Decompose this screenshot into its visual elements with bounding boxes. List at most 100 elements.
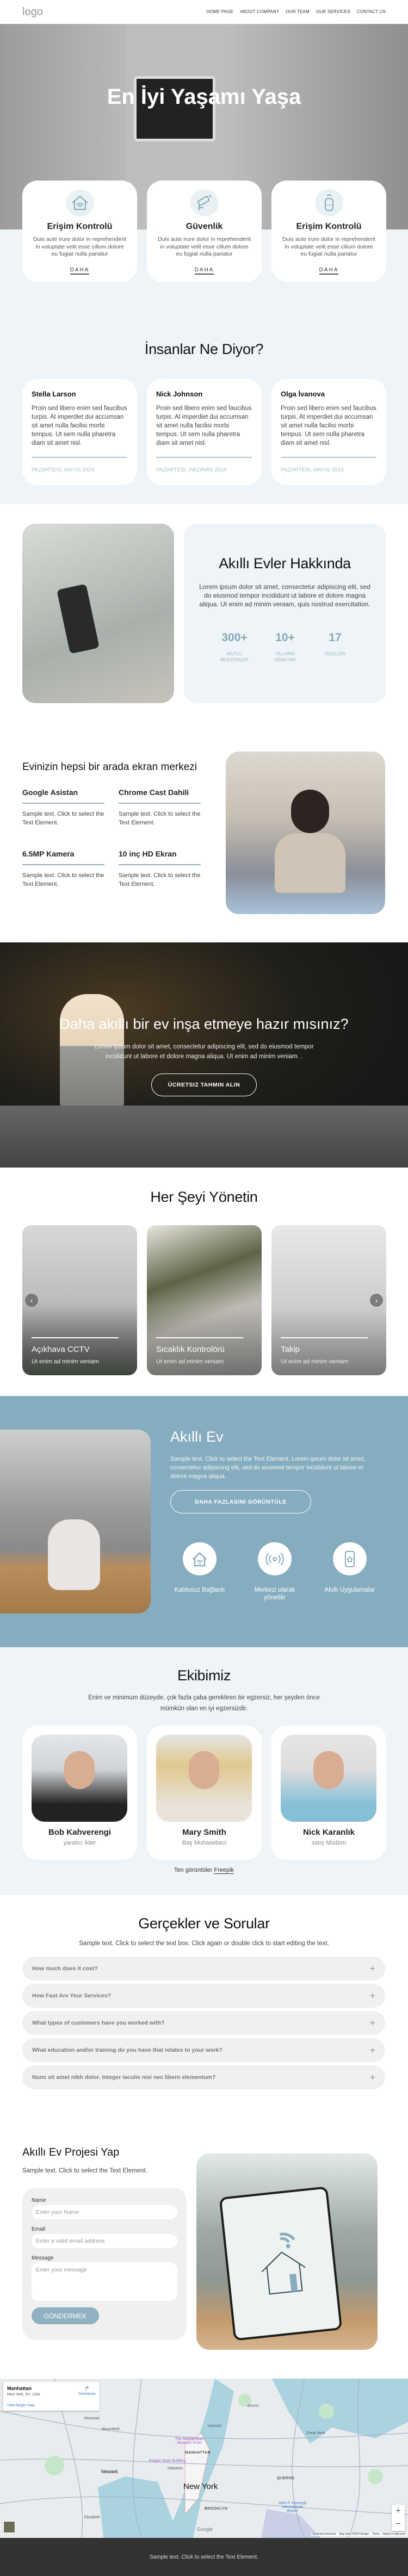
view-larger-map-link[interactable]: View larger map — [7, 2404, 34, 2407]
team-title: Ekibimiz — [177, 1667, 231, 1684]
logo[interactable]: logo — [22, 6, 43, 18]
zoom-out-button[interactable]: − — [392, 2518, 405, 2531]
nav-team[interactable]: OUR TEAM — [286, 9, 310, 14]
feature-card-title: Erişim Kontrolü — [47, 222, 113, 231]
carousel-prev-button[interactable]: ‹ — [25, 1294, 38, 1307]
stat-label: ÖDÜLLER — [325, 651, 345, 656]
directions-button[interactable]: ↱ Directions — [76, 2385, 98, 2396]
plus-icon[interactable]: + — [369, 2045, 375, 2056]
directions-label: Directions — [78, 2392, 96, 2396]
map-label: Newark — [101, 2469, 118, 2474]
feature-icon-circle — [315, 189, 343, 216]
team-member-name: Nick Karanlık — [302, 1828, 355, 1837]
testimonial-name: Olga İvanova — [281, 390, 325, 398]
faq-item[interactable]: Nunc sit amet nibh dolor. Integer iaculi… — [22, 2065, 385, 2089]
map-label: Elizabeth — [84, 2516, 100, 2519]
nav-home[interactable]: HOME PAGE — [207, 9, 234, 14]
stat-value: 10+ — [275, 631, 295, 644]
divider — [119, 803, 201, 804]
carousel-slide[interactable]: Takip Ut enim ad minim veniam — [271, 1225, 386, 1375]
carousel-next-button[interactable]: › — [370, 1294, 383, 1307]
freepik-link[interactable]: Freepik — [214, 1867, 234, 1874]
map-label: Bloomfield — [102, 2428, 120, 2431]
face-shape — [313, 1751, 344, 1789]
feature-icon-circle — [66, 189, 94, 216]
cta-text: Lorem ipsum dolor sit amet, consectetur … — [94, 1044, 314, 1060]
about-title: Akıllı Evler Hakkında — [219, 555, 351, 572]
faq-item[interactable]: How Fast Are Your Services? + — [22, 1984, 385, 2008]
map-poi[interactable]: The Metropolitan Museum of Art — [168, 2437, 211, 2445]
map-label-new-york: New York — [183, 2482, 218, 2491]
hub-feature-title: Chrome Cast Dahili — [119, 788, 189, 797]
faq-item[interactable]: What education and/or training do you ha… — [22, 2038, 385, 2062]
carousel-slide[interactable]: Açıkhava CCTV Ut enim ad minim veniam — [22, 1225, 137, 1375]
map-label: HARLEM — [208, 2425, 222, 2428]
divider — [281, 1337, 368, 1338]
smart-feature-icon-circle — [333, 1542, 367, 1575]
cta-section: Daha akıllı bir ev inşa etmeye hazır mıs… — [0, 942, 408, 1168]
faq-item[interactable]: How much does it cost? + — [22, 1957, 385, 1981]
map-poi[interactable]: Empire State Building — [149, 2459, 186, 2463]
team-member-photo — [32, 1735, 127, 1822]
team-member-role: Baş Muhasebeci — [182, 1840, 227, 1846]
report-error-link[interactable]: Report a map error — [383, 2532, 406, 2536]
plus-icon[interactable]: + — [369, 2018, 375, 2029]
speaker-shape — [48, 1519, 100, 1590]
terms-link[interactable]: Terms — [372, 2532, 380, 2536]
more-link[interactable]: DAHA — [194, 267, 214, 275]
site-footer: Sample text. Click to select the Text El… — [0, 2538, 408, 2576]
nav-contact[interactable]: CONTACT US — [357, 9, 386, 14]
message-textarea[interactable]: Enter your message — [32, 2262, 177, 2301]
name-input[interactable]: Enter your Name — [32, 2205, 177, 2219]
nav-about[interactable]: ABOUT COMPANY — [240, 9, 279, 14]
nav-services[interactable]: OUR SERVICES — [316, 9, 350, 14]
contact-text: Sample text. Click to select the Text El… — [22, 2168, 147, 2174]
image-credit: Ten görüntüler Freepik — [0, 1867, 408, 1874]
main-nav: HOME PAGE ABOUT COMPANY OUR TEAM OUR SER… — [207, 9, 386, 14]
view-more-button[interactable]: DAHA FAZLASINI GÖRÜNTÜLE — [170, 1490, 311, 1513]
plus-icon[interactable]: + — [369, 1963, 375, 1975]
slide-title: Açıkhava CCTV — [32, 1345, 90, 1354]
feature-card: Erişim Kontrolü Duis aute irure dolor in… — [271, 181, 386, 282]
hub-feature-text: Sample text. Click to select the Text El… — [22, 872, 104, 887]
smart-title: Akıllı Ev — [170, 1429, 224, 1445]
keyboard-shortcuts-link[interactable]: Keyboard shortcuts — [312, 2532, 336, 2536]
hub-feature-text: Sample text. Click to select the Text El… — [22, 811, 104, 826]
chevron-left-icon: ‹ — [30, 1296, 33, 1305]
plus-icon[interactable]: + — [369, 1990, 375, 2002]
divider — [119, 864, 201, 865]
submit-button[interactable]: GÖNDERMEK — [32, 2307, 99, 2324]
tablet-on-stand-image — [196, 2153, 378, 2350]
smart-home-section: Akıllı Ev Sample text. Click to select t… — [0, 1396, 408, 1647]
divider — [156, 1337, 243, 1338]
map-embed[interactable]: New York Newark MANHATTAN BROOKLYN QUEEN… — [0, 2379, 408, 2538]
cta-title: Daha akıllı bir ev inşa etmeye hazır mıs… — [59, 1016, 349, 1032]
faq-item[interactable]: What types of customers have you worked … — [22, 2011, 385, 2035]
plus-icon[interactable]: + — [369, 2072, 375, 2083]
carousel-slide[interactable]: Sıcaklık Kontrolörü Ut enim ad minim ven… — [147, 1225, 262, 1375]
more-link[interactable]: DAHA — [319, 267, 339, 275]
map-label: Great Neck — [306, 2431, 326, 2435]
email-input[interactable]: Enter a valid email address — [32, 2234, 177, 2248]
slide-text: Ut enim ad minim veniam — [281, 1358, 349, 1365]
stat-value: 17 — [329, 631, 342, 644]
free-estimate-button[interactable]: ÜCRETSIZ TAHMIN ALIN — [151, 1073, 257, 1096]
google-logo: Google — [197, 2527, 213, 2532]
house-wifi-icon — [261, 2232, 306, 2295]
faq-question: What types of customers have you worked … — [32, 2020, 165, 2026]
smartphone-home-icon — [345, 1550, 355, 1567]
zoom-in-button[interactable]: + — [392, 2505, 405, 2518]
more-link[interactable]: DAHA — [70, 267, 90, 275]
smart-feature-icon-circle — [183, 1542, 217, 1575]
smart-feature-label: Akıllı Uygulamalar — [324, 1587, 375, 1593]
smart-speaker-icon — [325, 194, 333, 211]
satellite-toggle[interactable] — [3, 2521, 15, 2533]
map-info-card: Manhattan New York, NY, USA View larger … — [3, 2382, 100, 2411]
map-poi[interactable]: John F. Kennedy International Airport — [277, 2501, 307, 2513]
about-panel: Akıllı Evler Hakkında Lorem ipsum dolor … — [184, 524, 386, 703]
feature-card-text: Duis aute irure dolor in reprehenderit i… — [157, 236, 251, 257]
testimonial-card: Olga İvanova Proin sed libero enim sed f… — [271, 379, 386, 485]
hub-feature-title: 6.5MP Kamera — [22, 849, 75, 858]
contact-title: Akıllı Ev Projesi Yap — [22, 2146, 120, 2158]
contact-form: Name Enter your Name Email Enter a valid… — [22, 2188, 187, 2340]
